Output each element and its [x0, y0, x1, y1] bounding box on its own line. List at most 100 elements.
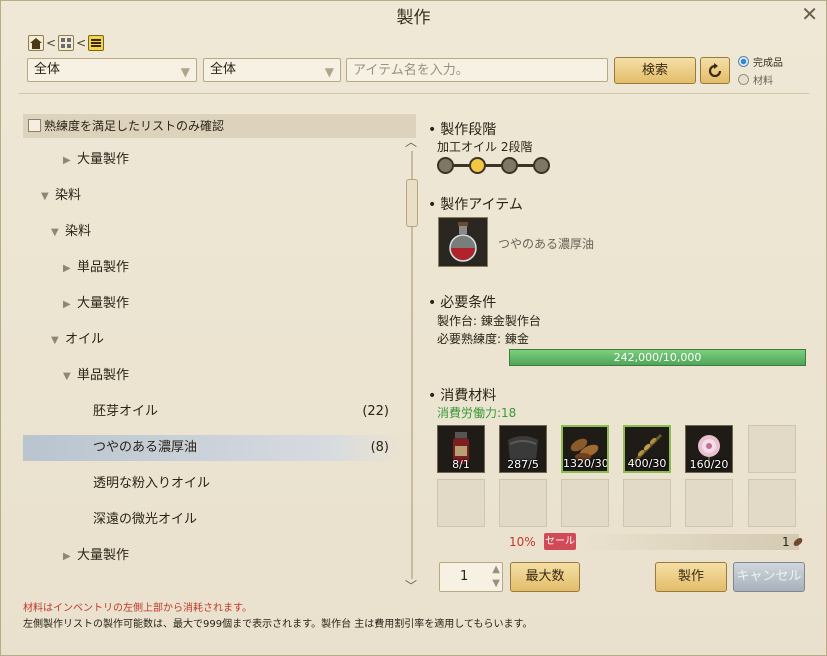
mode-option-finished[interactable]: 完成品	[738, 54, 783, 69]
stage-line	[445, 164, 541, 167]
breadcrumb-separator: <	[76, 36, 87, 50]
caret-right-icon: ▶	[63, 155, 71, 166]
material-heading: 消費材料	[428, 385, 496, 405]
skill-progress-text: 242,000/10,000	[613, 351, 702, 364]
caret-right-icon: ▶	[63, 263, 71, 274]
tree-node[interactable]: ▶ 大量製作	[23, 543, 443, 569]
tree-node[interactable]: ▶ 大量製作	[23, 147, 443, 173]
material-qty: 287/5	[507, 458, 539, 471]
scroll-up-icon[interactable]: ︿	[405, 133, 417, 150]
material-qty: 160/20	[689, 458, 729, 471]
radio-unselected-icon	[738, 74, 749, 85]
product-potion-icon[interactable]	[438, 217, 488, 267]
cost-strip	[579, 534, 799, 550]
recipe-label: 深遠の微光オイル	[93, 512, 198, 527]
requirement-heading: 必要条件	[428, 292, 496, 312]
home-icon[interactable]	[28, 35, 44, 51]
list-icon[interactable]	[88, 35, 105, 51]
caret-right-icon: ▶	[63, 551, 71, 562]
item-heading: 製作アイテム	[428, 194, 523, 214]
max-quantity-button[interactable]: 最大数	[510, 562, 580, 592]
empty-slot	[437, 479, 485, 527]
footer-warning: 材料はインベントリの左側上部から消耗されます。	[23, 603, 252, 614]
quantity-stepper[interactable]: 1 ▲ ▼	[439, 562, 503, 592]
stage-node	[533, 157, 550, 174]
seed-icon[interactable]: 1320/30	[561, 425, 609, 473]
labor-token-icon	[793, 538, 803, 546]
chevron-down-icon: ▼	[324, 65, 334, 79]
footer-note: 左側製作リストの製作可能数は、最大で999個まで表示されます。製作台 主は費用割…	[23, 619, 533, 630]
scroll-thumb[interactable]	[406, 179, 418, 227]
mode-option-material[interactable]: 材料	[738, 72, 773, 87]
sale-badge: セール	[544, 533, 576, 550]
search-input[interactable]	[346, 58, 608, 82]
cloth-icon[interactable]: 287/5	[499, 425, 547, 473]
tree-node-label: オイル	[65, 332, 105, 347]
category-select-2-value: 全体	[210, 62, 237, 77]
recipe-item[interactable]: 透明な粉入りオイル	[23, 471, 403, 497]
tree-node-label: 大量製作	[77, 548, 130, 563]
stage-node	[437, 157, 454, 174]
cancel-button[interactable]: キャンセル	[733, 562, 805, 592]
recipe-count: (8)	[370, 440, 389, 455]
labor-cost: 消費労働力:18	[437, 406, 517, 420]
recipe-item[interactable]: 胚芽オイル (22)	[23, 399, 403, 425]
required-skill: 必要熟練度: 錬金	[437, 332, 529, 346]
recipe-label: つやのある濃厚油	[93, 440, 198, 455]
tree-node[interactable]: ▶ 大量製作	[23, 291, 443, 317]
mode-option-label: 材料	[753, 76, 773, 87]
recipe-item-selected[interactable]: つやのある濃厚油 (8)	[23, 435, 403, 461]
material-qty: 8/1	[452, 458, 470, 471]
crafting-window: 製作 ✕ < < 全体 ▼ 全体 ▼ 検索 完成品 材料 熟	[0, 0, 827, 656]
category-select-1-value: 全体	[34, 62, 61, 77]
tree-node[interactable]: ▼ 染料	[23, 219, 431, 245]
quantity-value: 1	[460, 569, 469, 584]
breadcrumb-separator: <	[46, 36, 57, 50]
craft-cost: 1	[782, 535, 790, 549]
recipe-count: (22)	[362, 404, 389, 419]
tree-node[interactable]: ▼ 単品製作	[23, 363, 443, 389]
category-select-1[interactable]: 全体 ▼	[27, 58, 197, 82]
flower-icon[interactable]: 160/20	[685, 425, 733, 473]
stage-node	[501, 157, 518, 174]
tree-node-label: 大量製作	[77, 296, 130, 311]
craft-button[interactable]: 製作	[655, 562, 727, 592]
chevron-down-icon: ▼	[180, 65, 190, 79]
scroll-down-icon[interactable]: ﹀	[405, 577, 417, 594]
skill-filter-checkbox[interactable]: 熟練度を満足したリストのみ確認	[23, 114, 416, 138]
material-qty: 400/30	[627, 457, 667, 470]
tree-node[interactable]: ▼ オイル	[23, 327, 431, 353]
refresh-button[interactable]	[700, 57, 730, 84]
category-select-2[interactable]: 全体 ▼	[203, 58, 341, 82]
empty-slot	[561, 479, 609, 527]
caret-down-icon: ▼	[51, 335, 59, 346]
grain-icon[interactable]: 400/30	[623, 425, 671, 473]
product-name: つやのある濃厚油	[498, 237, 595, 251]
recipe-item[interactable]: 深遠の微光オイル	[23, 507, 403, 533]
caret-down-icon: ▼	[41, 191, 49, 202]
tree-node[interactable]: ▶ 単品製作	[23, 255, 443, 281]
close-icon[interactable]: ✕	[801, 3, 818, 25]
tree-node-label: 単品製作	[77, 368, 130, 383]
list-scrollbar[interactable]: ︿ ﹀	[405, 133, 419, 593]
mode-option-label: 完成品	[753, 58, 783, 69]
tree-node[interactable]: ▼ 染料	[23, 183, 421, 209]
empty-slot	[499, 479, 547, 527]
material-qty: 1320/30	[563, 457, 609, 470]
empty-slot	[748, 425, 796, 473]
grid-icon[interactable]	[58, 35, 75, 51]
radio-selected-icon	[738, 56, 749, 67]
recipe-label: 透明な粉入りオイル	[93, 476, 211, 491]
required-table: 製作台: 錬金製作台	[437, 314, 541, 328]
quantity-up-icon[interactable]: ▲	[492, 563, 500, 577]
skill-progress-bar: 242,000/10,000	[509, 349, 806, 366]
divider	[19, 93, 809, 94]
potion-icon[interactable]: 8/1	[437, 425, 485, 473]
stage-node-current	[469, 157, 486, 174]
caret-down-icon: ▼	[63, 371, 71, 382]
search-button[interactable]: 検索	[614, 57, 696, 84]
quantity-down-icon[interactable]: ▼	[492, 577, 500, 591]
empty-slot	[685, 479, 733, 527]
stage-indicator	[437, 156, 557, 176]
checkbox-icon	[28, 119, 41, 132]
